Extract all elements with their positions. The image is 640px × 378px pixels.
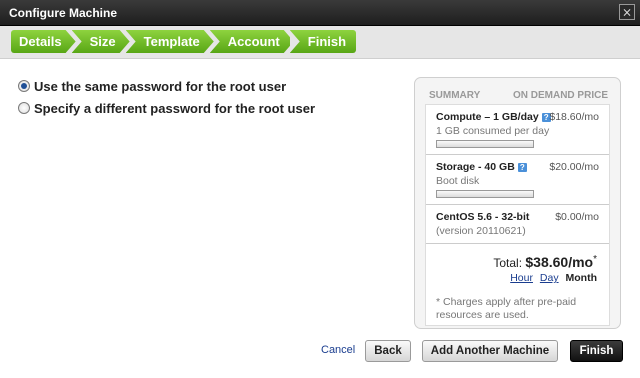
add-another-machine-button[interactable]: Add Another Machine [422,340,558,362]
total-row: Total: $38.60/mo* [426,244,609,270]
price-column-title: ON DEMAND PRICE [512,90,608,101]
radio-different-password[interactable] [18,102,30,114]
wizard-steps-bar: Details Size Template Account Finish [0,26,640,59]
title-bar: Configure Machine ⨯ [0,0,640,26]
option-same-password-label: Use the same password for the root user [34,78,287,94]
step-account[interactable]: Account [210,30,294,53]
radio-same-password[interactable] [18,80,30,92]
summary-item-os: CentOS 5.6 - 32-bit $0.00/mo (version 20… [426,205,609,244]
password-options: Use the same password for the root user … [18,76,315,120]
wizard-steps: Details Size Template Account Finish [11,30,357,53]
item-price: $20.00/mo [549,161,599,173]
option-same-password[interactable]: Use the same password for the root user [18,76,315,96]
total-footnote-mark: * [593,254,597,265]
item-name-text: Compute – 1 GB/day [436,111,539,123]
item-price: $0.00/mo [555,211,599,223]
item-detail: Boot disk [436,175,480,187]
summary-panel: SUMMARY ON DEMAND PRICE Compute – 1 GB/d… [414,77,621,329]
finish-button[interactable]: Finish [570,340,623,362]
back-button[interactable]: Back [365,340,411,362]
summary-header: SUMMARY ON DEMAND PRICE [423,82,612,104]
period-month-current: Month [565,272,598,284]
period-selector: Hour Day Month [426,270,609,284]
total-value: $38.60/mo [525,254,594,270]
dialog-footer: Cancel Back Add Another Machine Finish [0,339,640,363]
step-details[interactable]: Details [11,30,76,53]
charges-note: * Charges apply after pre-paid resources… [436,296,577,321]
item-detail: (version 20110621) [436,225,526,237]
usage-bar [436,140,534,148]
total-label: Total: [493,256,523,270]
option-different-password[interactable]: Specify a different password for the roo… [18,98,315,118]
summary-item-compute: Compute – 1 GB/day ? $18.60/mo 1 GB cons… [426,105,609,155]
step-finish[interactable]: Finish [289,30,357,53]
summary-title: SUMMARY [429,90,481,101]
step-template[interactable]: Template [126,30,214,53]
step-size[interactable]: Size [72,30,130,53]
close-icon[interactable]: ⨯ [619,4,635,20]
item-name-text: CentOS 5.6 - 32-bit [436,211,530,223]
item-name-text: Storage - 40 GB [436,161,515,173]
window-title: Configure Machine [9,6,118,20]
item-price: $18.60/mo [549,111,599,123]
period-hour-link[interactable]: Hour [510,272,533,284]
cancel-link[interactable]: Cancel [321,344,355,356]
summary-body: Compute – 1 GB/day ? $18.60/mo 1 GB cons… [425,104,610,326]
usage-bar [436,190,534,198]
period-day-link[interactable]: Day [540,272,559,284]
summary-item-storage: Storage - 40 GB ? $20.00/mo Boot disk [426,155,609,205]
option-different-password-label: Specify a different password for the roo… [34,100,315,116]
item-detail: 1 GB consumed per day [436,125,550,137]
info-icon[interactable]: ? [517,162,527,172]
